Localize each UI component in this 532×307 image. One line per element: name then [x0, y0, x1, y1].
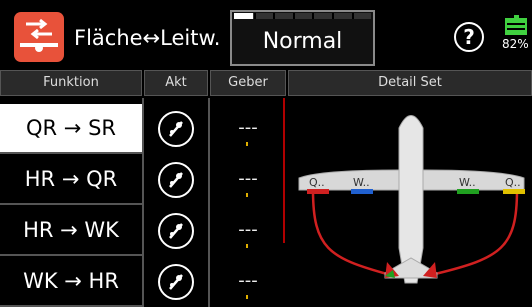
flight-mode-level-bar [234, 13, 254, 19]
geber-cell[interactable]: --- [210, 206, 286, 256]
scroll-indicator[interactable] [283, 98, 285, 243]
switch-off-icon[interactable] [144, 104, 208, 154]
switch-off-icon[interactable] [144, 155, 208, 205]
geber-value: --- [238, 168, 258, 189]
switch-off-icon[interactable] [144, 206, 208, 256]
table-row[interactable]: WK → HR --- [0, 257, 286, 307]
geber-value: --- [238, 270, 258, 291]
column-header-geber: Geber [210, 70, 286, 96]
table-row[interactable]: HR → WK --- [0, 206, 286, 256]
table-row[interactable]: QR → SR --- [0, 104, 286, 154]
flight-mode-tick [312, 13, 315, 19]
function-cell[interactable]: HR → WK [0, 206, 142, 256]
wing-surface-w1 [351, 189, 373, 194]
switch-off-icon[interactable] [144, 257, 208, 307]
help-button[interactable]: ? [454, 22, 484, 52]
geber-value: --- [238, 117, 258, 138]
function-cell[interactable]: HR → QR [0, 155, 142, 205]
geber-value: --- [238, 219, 258, 240]
function-cell[interactable]: WK → HR [0, 257, 142, 307]
wing-surface-w2 [457, 189, 479, 194]
wing-label-q2: Q.. [505, 176, 521, 189]
geber-marker [246, 142, 248, 146]
column-header-funktion: Funktion [0, 70, 142, 96]
flight-mode-tick [332, 13, 334, 19]
flight-mode-tick [351, 13, 354, 19]
column-header-detail: Detail Set [288, 70, 532, 96]
battery-percent: 82% [502, 37, 529, 51]
table-row[interactable]: HR → QR --- [0, 155, 286, 205]
battery-icon [505, 18, 527, 35]
geber-cell[interactable]: --- [210, 257, 286, 307]
geber-marker [246, 193, 248, 197]
geber-cell[interactable]: --- [210, 155, 286, 205]
aircraft-diagram: Q.. W.. W.. Q.. [298, 115, 525, 284]
function-cell[interactable]: QR → SR [0, 104, 142, 154]
page-title: Fläche↔Leitw. [74, 26, 221, 50]
wing-label-w1: W.. [353, 176, 370, 189]
geber-marker [246, 244, 248, 248]
mix-line-right [434, 189, 519, 276]
geber-marker [246, 295, 248, 299]
wing-label-q1: Q.. [309, 176, 325, 189]
flight-mode-tick [273, 13, 276, 19]
mix-line-left [311, 189, 388, 276]
flight-mode-label: Normal [262, 29, 343, 54]
column-header-akt: Akt [144, 70, 208, 96]
geber-cell[interactable]: --- [210, 104, 286, 154]
flight-mode-tick [253, 13, 256, 19]
wing-surface-q1 [307, 189, 329, 194]
wing-surface-q2 [503, 189, 525, 194]
wing-label-w2: W.. [459, 176, 476, 189]
aileron-flap-mix-icon[interactable] [14, 12, 64, 62]
flight-mode-tick [292, 13, 295, 19]
